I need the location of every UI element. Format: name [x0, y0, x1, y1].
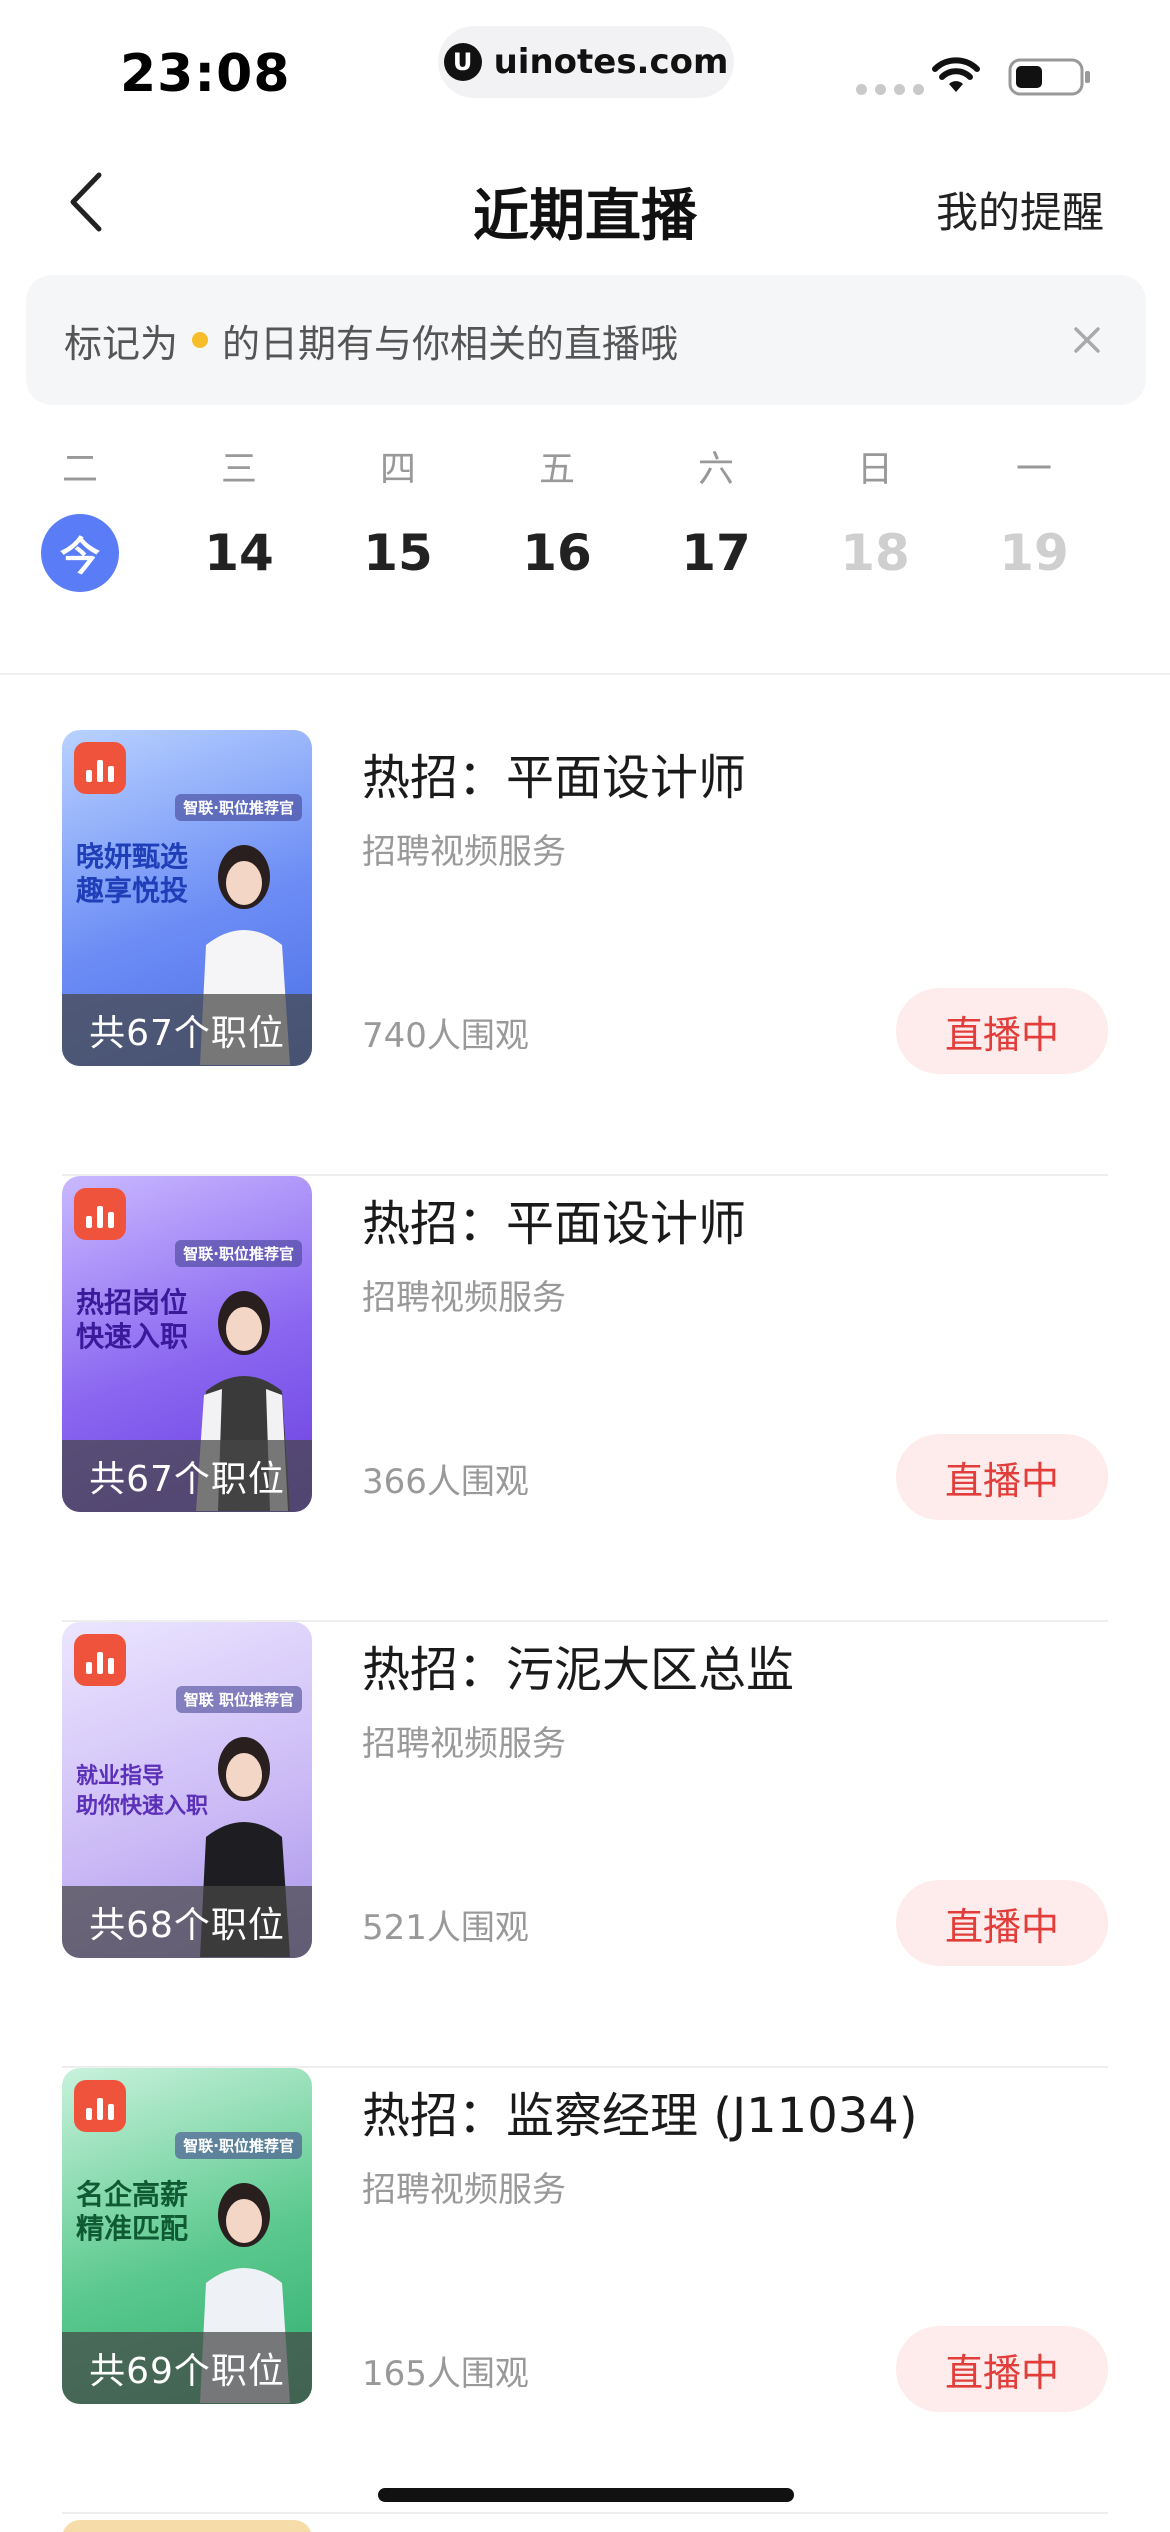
my-reminders-link[interactable]: 我的提醒	[936, 179, 1104, 240]
live-title: 热招：监察经理 (J11034)	[362, 2088, 918, 2144]
viewer-count: 521人围观	[362, 1908, 529, 1948]
live-status-button[interactable]: 直播中	[896, 2326, 1108, 2412]
viewer-count: 366人围观	[362, 1462, 529, 1502]
live-badge-icon	[74, 1188, 126, 1240]
status-bar: 23:08 U uinotes.com	[0, 0, 1170, 135]
job-count-label: 共68个职位	[62, 1886, 312, 1958]
date-item-16[interactable]: 五 16	[487, 440, 627, 588]
thumb-slogan: 晓妍甄选 趣享悦投	[76, 840, 189, 907]
weekday-label: 五	[538, 449, 575, 490]
battery-icon	[1008, 58, 1090, 96]
thumb-tag: 智联 职位推荐官	[175, 1686, 302, 1713]
viewer-count: 165人围观	[362, 2354, 529, 2394]
next-live-thumbnail-peek	[62, 2520, 312, 2532]
live-list: 智联·职位推荐官 晓妍甄选 趣享悦投 共67个职位 热招：平面设计师 招聘视频服务…	[0, 730, 1170, 2514]
day-number: 19	[999, 524, 1069, 582]
weekday-label: 六	[697, 449, 734, 490]
live-title: 热招：平面设计师	[362, 1196, 747, 1252]
thumb-tag: 智联·职位推荐官	[175, 2132, 302, 2159]
close-icon	[1074, 327, 1100, 353]
page: 23:08 U uinotes.com 近期直播 我的提醒 标记为 的日期有与你…	[0, 0, 1170, 2532]
thumb-tag: 智联·职位推荐官	[175, 794, 302, 821]
thumb-slogan: 名企高薪 精准匹配	[76, 2178, 189, 2245]
live-card[interactable]: 智联·职位推荐官 热招岗位 快速入职 共67个职位 热招：平面设计师 招聘视频服务…	[0, 1176, 1170, 1622]
date-strip: 二 今 三 14 四 15 五 16 六 17 日 18 一 19	[0, 440, 1170, 620]
date-item-18: 日 18	[805, 440, 945, 588]
live-card[interactable]: 智联·职位推荐官 名企高薪 精准匹配 共69个职位 热招：监察经理 (J11034…	[0, 2068, 1170, 2514]
wifi-icon	[932, 57, 980, 92]
weekday-label: 三	[220, 449, 257, 490]
home-indicator[interactable]	[378, 2488, 794, 2502]
url-pill[interactable]: U uinotes.com	[438, 26, 734, 98]
date-item-14[interactable]: 三 14	[169, 440, 309, 588]
live-title: 热招：污泥大区总监	[362, 1642, 795, 1698]
divider	[62, 2512, 1108, 2514]
thumb-slogan: 热招岗位 快速入职	[76, 1286, 189, 1353]
date-item-15[interactable]: 四 15	[328, 440, 468, 588]
weekday-label: 四	[379, 449, 416, 490]
back-button[interactable]	[50, 167, 120, 237]
live-badge-icon	[74, 742, 126, 794]
day-number: 14	[204, 524, 274, 582]
day-number: 17	[681, 524, 751, 582]
day-number: 16	[522, 524, 592, 582]
today-badge: 今	[41, 514, 119, 592]
notice-text-before: 标记为	[64, 321, 179, 366]
live-status-button[interactable]: 直播中	[896, 1880, 1108, 1966]
live-thumbnail[interactable]: 智联 职位推荐官 就业指导 助你快速入职 共68个职位	[62, 1622, 312, 1958]
status-time: 23:08	[120, 44, 291, 104]
live-thumbnail[interactable]: 智联·职位推荐官 晓妍甄选 趣享悦投 共67个职位	[62, 730, 312, 1066]
viewer-count: 740人围观	[362, 1016, 529, 1056]
live-badge-icon	[74, 1634, 126, 1686]
notice-banner: 标记为 的日期有与你相关的直播哦	[26, 275, 1146, 405]
nav-bar: 近期直播 我的提醒	[0, 135, 1170, 275]
live-subtitle: 招聘视频服务	[362, 832, 566, 872]
live-card[interactable]: 智联 职位推荐官 就业指导 助你快速入职 共68个职位 热招：污泥大区总监 招聘视…	[0, 1622, 1170, 2068]
weekday-label: 日	[856, 449, 893, 490]
site-logo-icon: U	[443, 43, 482, 81]
url-text: uinotes.com	[493, 42, 729, 82]
live-subtitle: 招聘视频服务	[362, 1724, 566, 1764]
live-thumbnail[interactable]: 智联·职位推荐官 名企高薪 精准匹配 共69个职位	[62, 2068, 312, 2404]
live-badge-icon	[74, 2080, 126, 2132]
divider	[0, 673, 1170, 675]
live-status-button[interactable]: 直播中	[896, 988, 1108, 1074]
day-number: 15	[363, 524, 433, 582]
live-status-button[interactable]: 直播中	[896, 1434, 1108, 1520]
chevron-left-icon	[70, 172, 102, 232]
close-notice-button[interactable]	[1062, 315, 1112, 365]
live-subtitle: 招聘视频服务	[362, 1278, 566, 1318]
weekday-label: 一	[1015, 449, 1052, 490]
date-item-17[interactable]: 六 17	[646, 440, 786, 588]
live-title: 热招：平面设计师	[362, 750, 747, 806]
notice-text: 标记为 的日期有与你相关的直播哦	[64, 313, 678, 368]
date-item-today[interactable]: 二 今	[10, 440, 150, 592]
live-thumbnail[interactable]: 智联·职位推荐官 热招岗位 快速入职 共67个职位	[62, 1176, 312, 1512]
job-count-label: 共69个职位	[62, 2332, 312, 2404]
job-count-label: 共67个职位	[62, 994, 312, 1066]
live-card[interactable]: 智联·职位推荐官 晓妍甄选 趣享悦投 共67个职位 热招：平面设计师 招聘视频服务…	[0, 730, 1170, 1176]
thumb-tag: 智联·职位推荐官	[175, 1240, 302, 1267]
weekday-label: 二	[61, 449, 98, 490]
notice-text-after: 的日期有与你相关的直播哦	[222, 321, 679, 366]
live-subtitle: 招聘视频服务	[362, 2170, 566, 2210]
day-number: 18	[840, 524, 910, 582]
date-item-19: 一 19	[964, 440, 1104, 588]
marker-dot-icon	[192, 332, 209, 348]
cellular-signal-icon	[856, 84, 924, 95]
job-count-label: 共67个职位	[62, 1440, 312, 1512]
